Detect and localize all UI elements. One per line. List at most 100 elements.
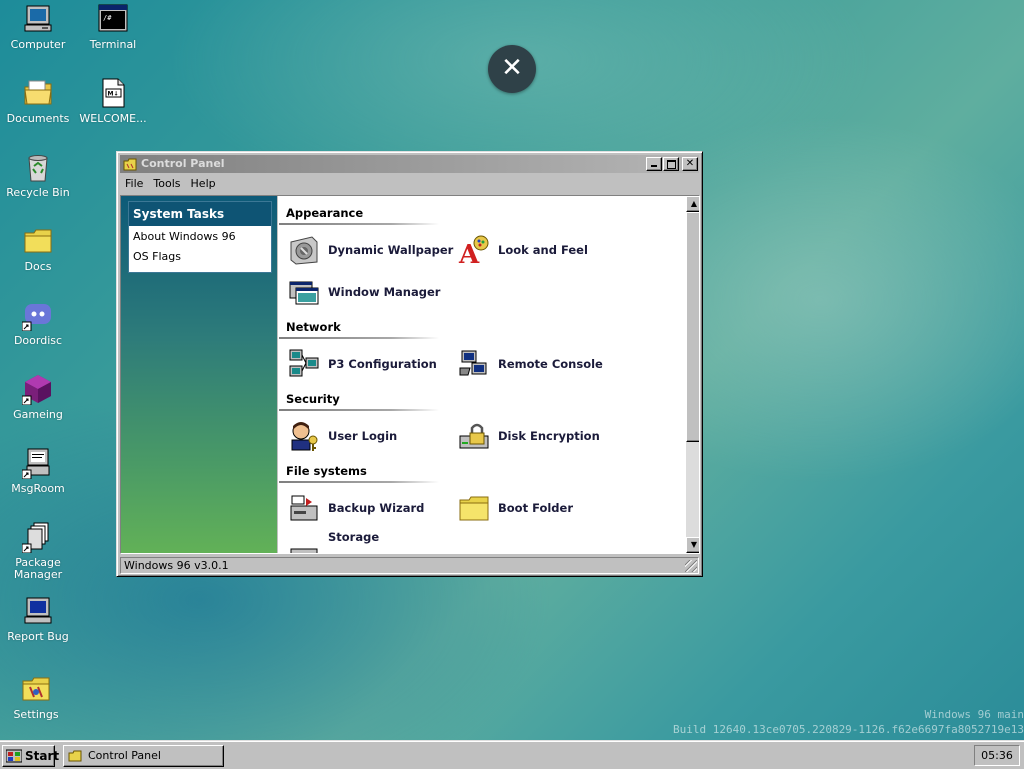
close-icon: ✕ bbox=[501, 53, 523, 83]
control-panel-content: Appearance Dynamic Wallpaper A Look and … bbox=[278, 196, 686, 553]
disk-encryption-icon bbox=[459, 423, 489, 449]
desktop-icon-welcome[interactable]: M↓ WELCOME... bbox=[76, 77, 150, 125]
desktop-icon-label: Settings bbox=[13, 708, 59, 721]
minimize-button[interactable] bbox=[646, 157, 662, 171]
desktop-icon-msgroom[interactable]: MsgRoom bbox=[1, 447, 75, 495]
control-panel-icon bbox=[68, 750, 82, 762]
item-label: Dynamic Wallpaper bbox=[328, 243, 454, 257]
network-computers-icon bbox=[289, 349, 319, 377]
item-label: P3 Configuration bbox=[328, 357, 437, 371]
desktop-icon-label: Report Bug bbox=[7, 630, 69, 643]
desktop-icon-report-bug[interactable]: Report Bug bbox=[1, 595, 75, 643]
section-title-appearance: Appearance bbox=[286, 206, 364, 220]
window-manager-icon bbox=[289, 281, 319, 305]
start-button[interactable]: Start bbox=[2, 745, 59, 767]
item-dynamic-wallpaper[interactable]: Dynamic Wallpaper bbox=[288, 233, 453, 267]
menu-help[interactable]: Help bbox=[186, 175, 221, 193]
desktop-icon-label: Docs bbox=[24, 260, 52, 273]
item-storage[interactable]: Storage bbox=[288, 530, 448, 553]
settings-folder-icon bbox=[22, 677, 50, 701]
control-panel-window: Control Panel ✕ File Tools Help System Tas… bbox=[116, 151, 703, 577]
section-title-network: Network bbox=[286, 320, 341, 334]
scroll-thumb[interactable] bbox=[686, 212, 699, 442]
package-manager-icon bbox=[22, 522, 49, 553]
report-bug-icon bbox=[24, 597, 52, 624]
start-label: Start bbox=[25, 749, 60, 763]
desktop-icon-label: Terminal bbox=[89, 38, 137, 51]
close-window-button[interactable]: ✕ bbox=[682, 157, 698, 171]
computer-icon bbox=[24, 5, 52, 32]
desktop-icon-label: Package Manager bbox=[13, 556, 63, 581]
desktop-icon-gameing[interactable]: Gameing bbox=[1, 373, 75, 421]
desktop-icon-recycle-bin[interactable]: Recycle Bin bbox=[1, 151, 75, 199]
desktop-icon-label: Doordisc bbox=[13, 334, 63, 347]
scroll-up-button[interactable]: ▲ bbox=[686, 196, 699, 212]
side-pane: System Tasks About Windows 96 OS Flags bbox=[121, 196, 277, 553]
storage-icon bbox=[290, 548, 318, 553]
dynamic-wallpaper-icon bbox=[290, 236, 318, 265]
item-label: User Login bbox=[328, 429, 398, 443]
status-text: Windows 96 v3.0.1 bbox=[124, 559, 229, 572]
minimize-icon bbox=[651, 165, 657, 167]
item-disk-encryption[interactable]: Disk Encryption bbox=[458, 419, 618, 453]
maximize-icon bbox=[666, 160, 676, 169]
folder-documents-icon bbox=[24, 80, 52, 105]
build-watermark-line1: Windows 96 main bbox=[924, 708, 1024, 721]
svg-text:/#: /# bbox=[103, 14, 112, 22]
remote-console-icon bbox=[459, 350, 487, 376]
desktop-icon-label: MsgRoom bbox=[11, 482, 65, 495]
desktop-icon-documents[interactable]: Documents bbox=[1, 77, 75, 125]
discord-icon bbox=[22, 304, 51, 331]
vertical-scrollbar[interactable]: ▲ ▼ bbox=[686, 196, 699, 553]
section-divider bbox=[279, 409, 439, 411]
scroll-down-button[interactable]: ▼ bbox=[686, 537, 699, 553]
desktop-icon-terminal[interactable]: /# Terminal bbox=[76, 3, 150, 51]
system-tasks-heading: System Tasks bbox=[129, 202, 271, 226]
desktop-icon-package-manager[interactable]: Package Manager bbox=[1, 521, 75, 581]
folder-icon bbox=[24, 229, 52, 253]
item-look-and-feel[interactable]: A Look and Feel bbox=[458, 233, 618, 267]
maximize-button[interactable] bbox=[663, 157, 679, 171]
start-icon bbox=[6, 749, 22, 763]
close-overlay-button[interactable]: ✕ bbox=[488, 45, 536, 93]
item-label: Boot Folder bbox=[498, 501, 574, 515]
taskbar-item-label: Control Panel bbox=[88, 749, 161, 762]
item-remote-console[interactable]: Remote Console bbox=[458, 347, 618, 381]
clock[interactable]: 05:36 bbox=[974, 745, 1020, 766]
terminal-icon: /# bbox=[98, 4, 128, 32]
window-client-area: System Tasks About Windows 96 OS Flags A… bbox=[120, 195, 700, 554]
desktop-icon-computer[interactable]: Computer bbox=[1, 3, 75, 51]
desktop-icon-doordisc[interactable]: Doordisc bbox=[1, 299, 75, 347]
system-tasks-box: System Tasks About Windows 96 OS Flags bbox=[128, 201, 272, 273]
section-divider bbox=[279, 481, 439, 483]
section-divider bbox=[279, 223, 439, 225]
menu-bar: File Tools Help bbox=[120, 175, 699, 193]
item-label: Storage bbox=[328, 530, 380, 544]
look-and-feel-icon: A bbox=[458, 235, 489, 266]
item-boot-folder[interactable]: Boot Folder bbox=[458, 491, 618, 525]
item-label: Window Manager bbox=[328, 285, 441, 299]
game-cube-icon bbox=[22, 375, 51, 405]
recycle-bin-icon bbox=[28, 155, 48, 182]
os-flags-link[interactable]: OS Flags bbox=[129, 246, 271, 266]
build-watermark-line2: Build 12640.13ce0705.220829-1126.f62e669… bbox=[673, 723, 1024, 736]
item-p3-configuration[interactable]: P3 Configuration bbox=[288, 347, 448, 381]
section-divider bbox=[279, 337, 439, 339]
menu-file[interactable]: File bbox=[120, 175, 148, 193]
about-windows-link[interactable]: About Windows 96 bbox=[129, 226, 271, 246]
desktop-icon-docs[interactable]: Docs bbox=[1, 225, 75, 273]
window-title: Control Panel bbox=[141, 157, 225, 170]
item-window-manager[interactable]: Window Manager bbox=[288, 275, 448, 309]
boot-folder-icon bbox=[459, 496, 489, 521]
svg-text:M↓: M↓ bbox=[108, 91, 119, 98]
menu-tools[interactable]: Tools bbox=[148, 175, 185, 193]
desktop-icon-label: Recycle Bin bbox=[6, 186, 70, 199]
msgroom-icon bbox=[22, 448, 50, 479]
desktop-icon-label: Documents bbox=[6, 112, 70, 125]
desktop-icon-settings[interactable]: Settings bbox=[0, 673, 73, 721]
resize-grip-icon[interactable] bbox=[685, 560, 697, 572]
item-user-login[interactable]: User Login bbox=[288, 419, 448, 453]
control-panel-icon bbox=[123, 158, 137, 171]
taskbar-item-control-panel[interactable]: Control Panel bbox=[63, 745, 224, 767]
window-titlebar[interactable]: Control Panel ✕ bbox=[120, 155, 699, 173]
